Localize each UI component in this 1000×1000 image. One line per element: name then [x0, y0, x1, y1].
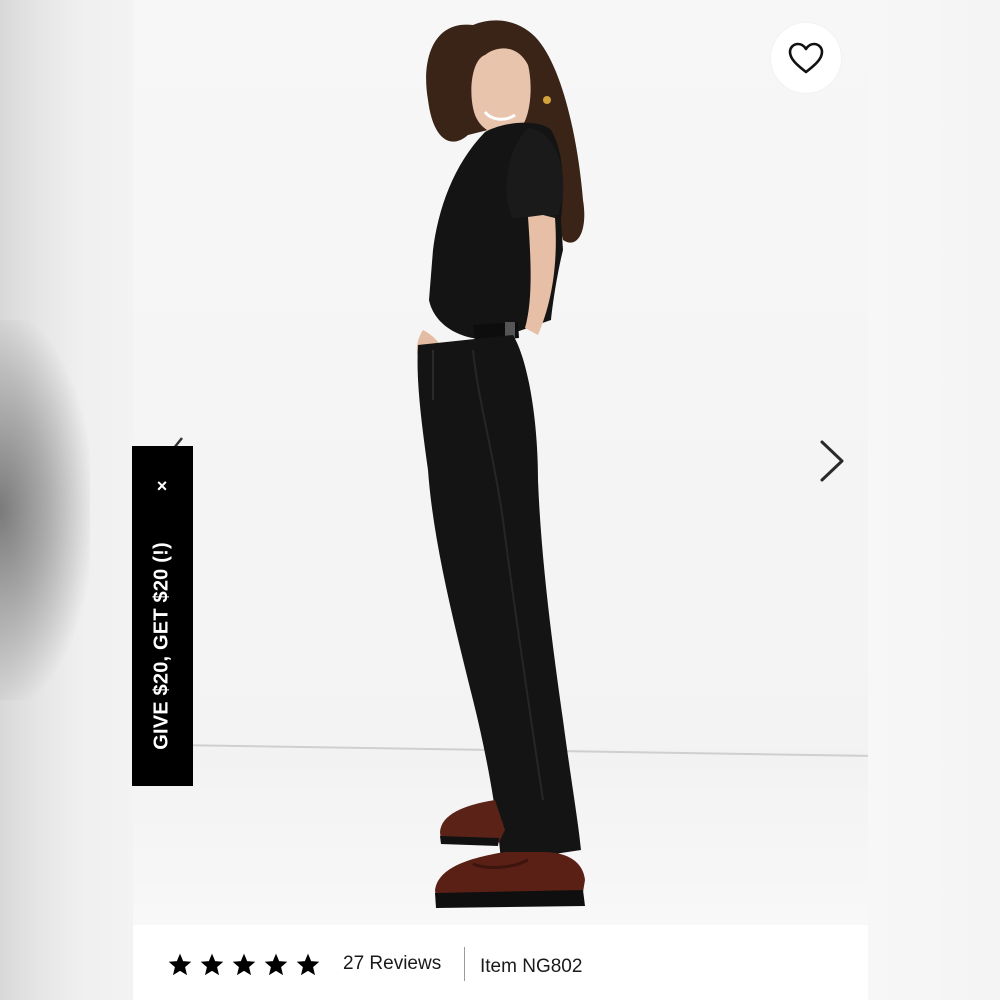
- model-figure: [416, 20, 585, 908]
- product-image[interactable]: [133, 0, 868, 925]
- page-backdrop-left: [0, 0, 133, 1000]
- reviews-link[interactable]: 27 Reviews: [343, 953, 441, 975]
- divider: [464, 947, 465, 981]
- favorite-button[interactable]: [771, 23, 841, 93]
- page-backdrop-right: [868, 0, 1000, 1000]
- heart-outline-icon: [788, 42, 824, 74]
- star-rating[interactable]: [167, 952, 321, 978]
- star-icon: [200, 953, 224, 976]
- star-icon: [168, 953, 192, 976]
- star-icon: [232, 953, 256, 976]
- item-number: Item NG802: [480, 956, 583, 977]
- chevron-right-icon: [820, 440, 844, 482]
- close-icon[interactable]: ×: [150, 474, 174, 498]
- promo-label: GIVE $20, GET $20 (!): [150, 542, 173, 750]
- referral-promo-tab[interactable]: × GIVE $20, GET $20 (!): [132, 446, 193, 786]
- product-info-bar: 27 Reviews Item NG802: [133, 925, 868, 1000]
- star-icon: [296, 953, 320, 976]
- next-image-button[interactable]: [812, 436, 852, 486]
- star-icon: [264, 953, 288, 976]
